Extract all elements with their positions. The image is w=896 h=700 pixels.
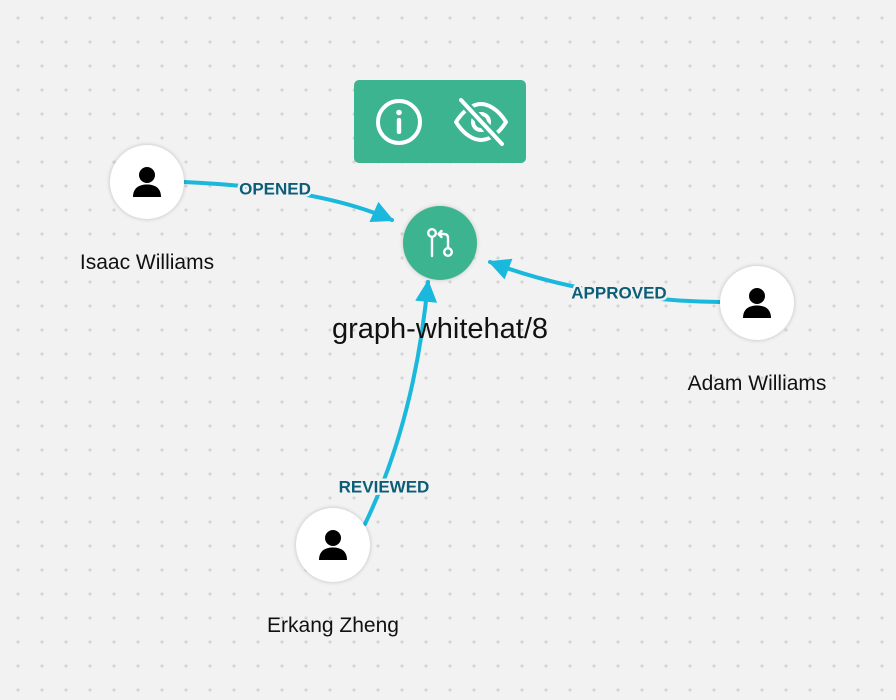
node-toolbar xyxy=(354,80,526,163)
edge-approved[interactable]: APPROVED xyxy=(487,258,722,305)
person-icon xyxy=(319,530,347,560)
edge-opened[interactable]: OPENED xyxy=(182,177,395,223)
person-icon xyxy=(743,288,771,318)
info-circle-icon xyxy=(376,98,422,145)
person-label-isaac-williams: Isaac Williams xyxy=(79,251,215,274)
edge-label-opened: OPENED xyxy=(239,179,311,198)
edge-label-approved: APPROVED xyxy=(571,283,666,302)
pull-request-icon xyxy=(426,228,454,258)
edge-label-reviewed: REVIEWED xyxy=(339,477,430,496)
pull-request-label: graph-whitehat/8 xyxy=(331,313,549,345)
eye-off-icon xyxy=(454,95,508,148)
person-icon xyxy=(133,167,161,197)
info-button[interactable] xyxy=(367,90,431,154)
person-label-erkang-zheng: Erkang Zheng xyxy=(267,614,399,637)
person-node-erkang-zheng[interactable] xyxy=(296,508,370,582)
person-label-adam-williams: Adam Williams xyxy=(687,372,827,395)
person-node-adam-williams[interactable] xyxy=(720,266,794,340)
hide-button[interactable] xyxy=(449,90,513,154)
person-node-isaac-williams[interactable] xyxy=(110,145,184,219)
pull-request-node[interactable] xyxy=(403,206,477,280)
